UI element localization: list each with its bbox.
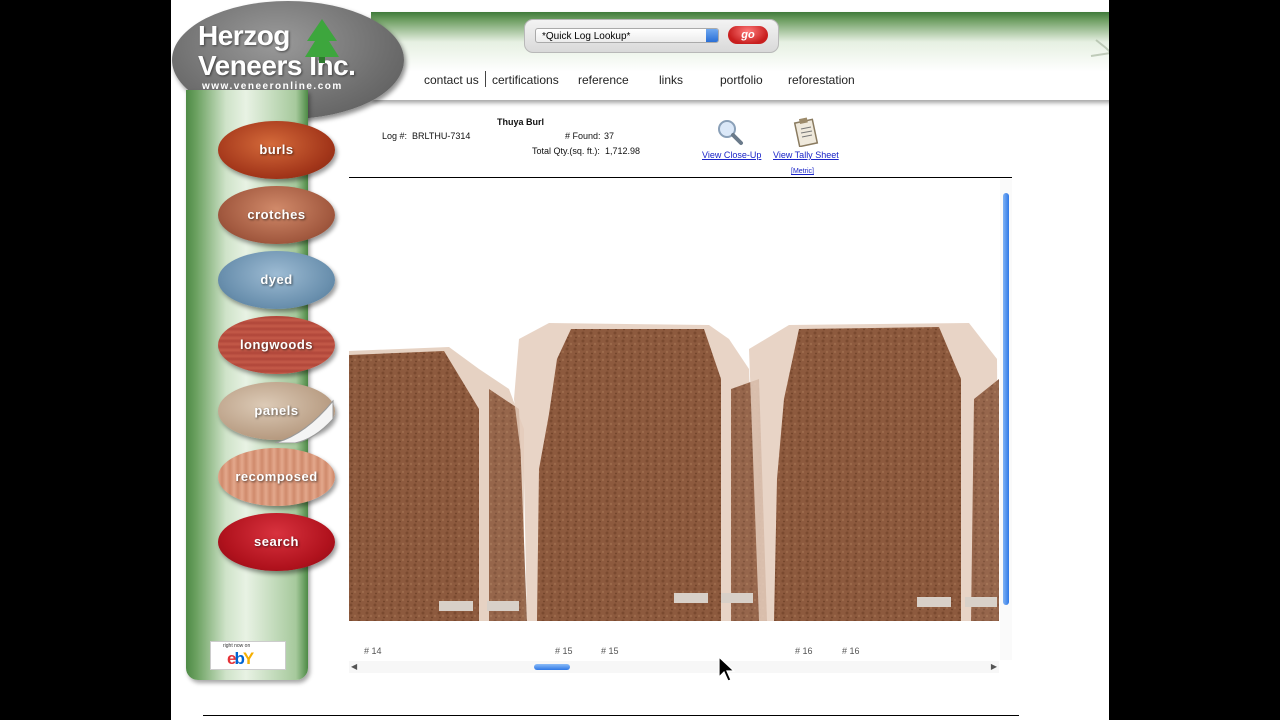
- veneer-viewer[interactable]: [349, 179, 999, 621]
- horizontal-scroll-thumb[interactable]: [534, 664, 570, 670]
- log-number-label: Log #:: [382, 131, 408, 141]
- page: Herzog Veneers Inc. www.veneeronline.com…: [171, 0, 1109, 720]
- sheet-label-16a: # 16: [795, 646, 813, 656]
- view-close-up-link[interactable]: View Close-Up: [702, 150, 761, 160]
- nav-links[interactable]: links: [659, 73, 683, 87]
- veneer-sheet: [537, 329, 721, 621]
- total-qty-value: 1,712.98: [605, 146, 641, 156]
- sheet-label-15b: # 15: [601, 646, 619, 656]
- lookup-selected-value: *Quick Log Lookup*: [542, 31, 631, 42]
- ebay-badge[interactable]: right now on ebY: [210, 641, 286, 670]
- sidebar-item-longwoods[interactable]: longwoods: [218, 316, 335, 374]
- go-button[interactable]: go: [728, 26, 768, 44]
- horizontal-scrollbar[interactable]: ◀ ▶: [349, 661, 999, 673]
- footer-divider: [203, 715, 1019, 716]
- mouse-cursor-icon: [718, 656, 736, 682]
- vertical-scrollbar[interactable]: [1000, 179, 1012, 660]
- sidebar-item-crotches[interactable]: crotches: [218, 186, 335, 244]
- veneer-sheet: [349, 351, 479, 621]
- scroll-right-arrow-icon[interactable]: ▶: [991, 662, 997, 671]
- veneer-sheet: [774, 327, 961, 621]
- found-value: 37: [604, 131, 615, 141]
- metric-link[interactable]: [Metric]: [791, 168, 814, 175]
- tree-illustration-icon: [1090, 39, 1109, 57]
- sidebar-item-burls[interactable]: burls: [218, 121, 335, 179]
- nav-certifications[interactable]: certifications: [492, 73, 559, 87]
- sheet-label-15a: # 15: [555, 646, 573, 656]
- vertical-scroll-thumb[interactable]: [1003, 193, 1009, 605]
- log-number-value: BRLTHU-7314: [412, 131, 471, 141]
- sheet-tag: [439, 601, 473, 611]
- total-qty-label: Total Qty.(sq. ft.):: [532, 146, 600, 156]
- nav-reforestation[interactable]: reforestation: [788, 73, 855, 87]
- found-label: # Found:: [565, 131, 601, 141]
- nav-contact-us[interactable]: contact us: [424, 73, 479, 87]
- nav-reference[interactable]: reference: [578, 73, 629, 87]
- select-arrows-icon: [706, 29, 718, 42]
- view-tally-sheet-link[interactable]: View Tally Sheet: [773, 150, 839, 160]
- sidebar-item-recomposed[interactable]: recomposed: [218, 448, 335, 506]
- sheet-tag: [487, 601, 519, 611]
- clipboard-icon[interactable]: [791, 117, 819, 147]
- ebay-logo: ebY: [227, 649, 254, 668]
- pine-tree-icon: [305, 19, 339, 63]
- sheet-tag: [674, 593, 708, 603]
- brand-line-1: Herzog: [198, 20, 290, 51]
- sheet-label-16b: # 16: [842, 646, 860, 656]
- sheet-tag: [721, 593, 753, 603]
- page-curl-icon: [275, 399, 334, 443]
- quick-log-lookup-select[interactable]: *Quick Log Lookup*: [535, 28, 719, 43]
- sidebar-item-search[interactable]: search: [218, 513, 335, 571]
- nav-divider: [485, 71, 486, 87]
- sidebar-item-dyed[interactable]: dyed: [218, 251, 335, 309]
- magnifier-icon[interactable]: [716, 118, 744, 146]
- content-divider: [349, 177, 1012, 178]
- veneer-sheets-image: [349, 323, 999, 621]
- sheet-label-14: # 14: [364, 646, 382, 656]
- sheet-tag: [917, 597, 951, 607]
- species-name: Thuya Burl: [497, 117, 545, 127]
- sheet-tag: [965, 597, 997, 607]
- scroll-left-arrow-icon[interactable]: ◀: [351, 662, 357, 671]
- nav-portfolio[interactable]: portfolio: [720, 73, 763, 87]
- veneer-sheet: [971, 379, 999, 621]
